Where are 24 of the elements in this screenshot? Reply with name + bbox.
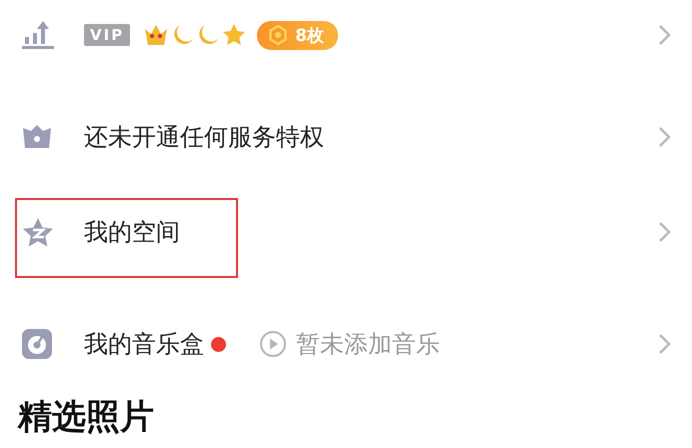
chevron-right-icon <box>658 333 672 355</box>
vip-badge: VIP <box>84 24 130 46</box>
star-icon <box>222 23 246 47</box>
music-hint: 暂未添加音乐 <box>296 329 440 360</box>
medal-icon <box>269 25 288 45</box>
chevron-right-icon <box>658 24 672 46</box>
crown-icon <box>143 23 170 47</box>
moon-icon <box>172 24 194 46</box>
menu-row[interactable]: 我的空间 <box>0 197 692 267</box>
chevron-right-icon <box>658 126 672 148</box>
play-icon <box>259 330 287 358</box>
menu-row[interactable]: 我的音乐盒 暂未添加音乐 <box>0 309 692 379</box>
menu-label: 还未开通任何服务特权 <box>84 122 324 153</box>
level-up-icon <box>22 20 54 50</box>
section-title: 精选照片 <box>18 396 155 439</box>
chevron-right-icon <box>658 221 672 243</box>
menu-row[interactable]: 还未开通任何服务特权 <box>0 102 692 172</box>
menu-label: 我的空间 <box>84 217 180 248</box>
moon-icon <box>197 24 220 46</box>
menu-label: 我的音乐盒 <box>84 329 204 360</box>
coin-badge: 8枚 <box>257 20 338 50</box>
music-box-icon <box>22 329 52 359</box>
crown-icon <box>22 124 52 150</box>
star-icon <box>22 217 54 247</box>
